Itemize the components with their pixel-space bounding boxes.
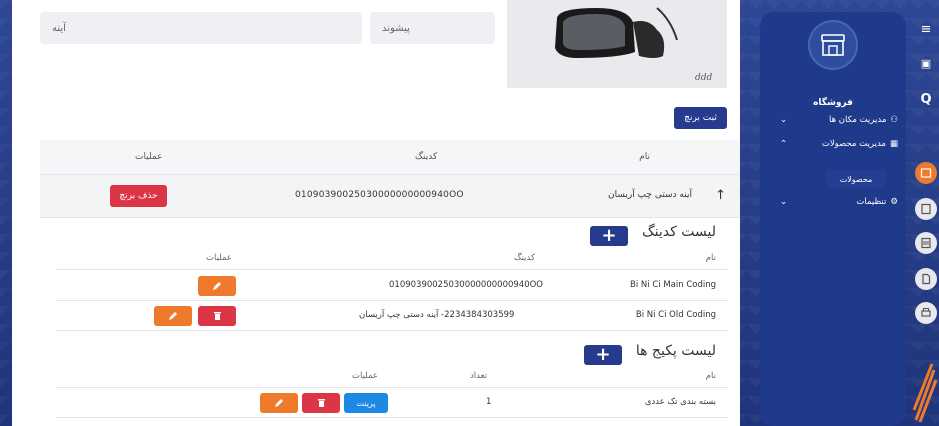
- coding-header-operations: عملیات: [206, 253, 232, 263]
- sidebar-title: فروشگاه: [813, 98, 853, 108]
- coding-row-value: 01090390025030000000000940OO: [389, 280, 543, 290]
- pencil-icon: [213, 282, 221, 290]
- pencil-icon: [275, 399, 283, 407]
- prefix-label-field[interactable]: پیشوند: [370, 12, 495, 44]
- plus-icon: +: [595, 344, 611, 365]
- package-row-count: 1: [486, 397, 492, 407]
- qr-icon[interactable]: ▣: [915, 52, 937, 74]
- edit-coding-button[interactable]: [154, 306, 192, 326]
- add-coding-button[interactable]: +: [590, 226, 628, 246]
- trash-icon: [317, 399, 325, 407]
- file-icon[interactable]: [915, 268, 937, 290]
- pencil-icon: [169, 312, 177, 320]
- coding-header-coding: کدینگ: [514, 253, 536, 263]
- sidebar: فروشگاه ⚇ مدیریت مکان ها ⌄ ▦ مدیریت محصو…: [760, 12, 906, 426]
- coding-header-name: نام: [705, 253, 716, 263]
- trash-icon: [213, 312, 221, 320]
- coding-row-name: Bi Ni Ci Main Coding: [630, 280, 716, 290]
- package-header-operations: عملیات: [352, 371, 378, 381]
- people-icon: ⚇: [890, 115, 898, 125]
- sidebar-item-locations[interactable]: ⚇ مدیریت مکان ها ⌄: [772, 110, 900, 130]
- sidebar-item-label: تنظیمات: [856, 197, 887, 207]
- print-package-button[interactable]: پرینت: [344, 393, 388, 413]
- document-icon[interactable]: [915, 198, 937, 220]
- chevron-up-icon: ⌃: [780, 139, 788, 149]
- menu-icon[interactable]: ≡: [915, 18, 937, 40]
- store-rail-icon[interactable]: [915, 162, 937, 184]
- product-image: ddd: [507, 0, 727, 88]
- arrow-up-icon[interactable]: ↑: [715, 188, 726, 203]
- sidebar-item-label: مدیریت محصولات: [821, 139, 886, 149]
- package-row-name: بسته بندی تک عددی: [644, 397, 716, 407]
- search-icon[interactable]: Q: [915, 88, 937, 110]
- package-list-header: نام تعداد عملیات: [56, 366, 728, 388]
- delete-package-button[interactable]: [302, 393, 340, 413]
- coding-list-header: نام کدینگ عملیات: [56, 248, 728, 270]
- edit-coding-button[interactable]: [198, 276, 236, 296]
- chevron-down-icon: ⌄: [780, 197, 788, 207]
- edit-package-button[interactable]: [260, 393, 298, 413]
- printer-icon[interactable]: [915, 302, 937, 324]
- header-operations: عملیات: [135, 152, 163, 162]
- plus-icon: +: [601, 225, 617, 246]
- icon-rail: ≡ ▣ Q: [912, 0, 939, 426]
- barcode-icon[interactable]: [915, 232, 937, 254]
- coding-row[interactable]: Bi Ni Ci Old Coding 2234384303599- آینه …: [56, 301, 728, 331]
- delete-brand-button[interactable]: حذف برنچ: [110, 185, 167, 207]
- sidebar-item-label: مدیریت مکان ها: [829, 115, 887, 125]
- coding-row[interactable]: Bi Ni Ci Main Coding 0109039002503000000…: [56, 271, 728, 301]
- brand-coding: 01090390025030000000000940OO: [295, 190, 464, 200]
- store-icon: ▦: [889, 139, 898, 149]
- prefix-value-field[interactable]: آینه: [40, 12, 362, 44]
- add-package-button[interactable]: +: [584, 345, 622, 365]
- delete-coding-button[interactable]: [198, 306, 236, 326]
- brand-table-header: نام کدینگ عملیات: [40, 140, 740, 175]
- prefix-label-text: پیشوند: [382, 22, 410, 34]
- coding-row-value: 2234384303599- آینه دستی چپ آریسان: [359, 310, 515, 320]
- gear-icon: ⚙: [890, 197, 898, 207]
- store-icon: [808, 20, 858, 70]
- top-inputs: آینه پیشوند: [40, 12, 495, 44]
- package-header-count: تعداد: [470, 371, 488, 381]
- coding-list-title: لیست کدینگ: [642, 224, 716, 240]
- brand-name: آینه دستی چپ آریسان: [607, 190, 692, 200]
- brand-decoration-icon: [912, 363, 938, 423]
- sidebar-item-settings[interactable]: ⚙ تنظیمات ⌄: [772, 192, 900, 212]
- svg-text:ddd: ddd: [695, 73, 713, 83]
- submit-brand-button[interactable]: ثبت برنچ: [674, 107, 727, 129]
- sidebar-subitem-products[interactable]: محصولات: [826, 170, 886, 188]
- package-header-name: نام: [705, 371, 716, 381]
- brand-table-row[interactable]: ↑ آینه دستی چپ آریسان 010903900250300000…: [40, 175, 740, 218]
- header-name: نام: [639, 152, 650, 162]
- chevron-down-icon: ⌄: [780, 115, 788, 125]
- package-list-title: لیست پکیج ها: [635, 343, 716, 359]
- sidebar-item-products[interactable]: ▦ مدیریت محصولات ⌃: [772, 134, 900, 154]
- prefix-value-text: آینه: [52, 22, 66, 34]
- main-panel: آینه پیشوند ddd ثبت برنچ نام کدینگ عملیا…: [12, 0, 740, 426]
- header-coding: کدینگ: [415, 152, 438, 162]
- coding-row-name: Bi Ni Ci Old Coding: [635, 310, 716, 320]
- package-row[interactable]: بسته بندی تک عددی 1 پرینت: [56, 388, 728, 418]
